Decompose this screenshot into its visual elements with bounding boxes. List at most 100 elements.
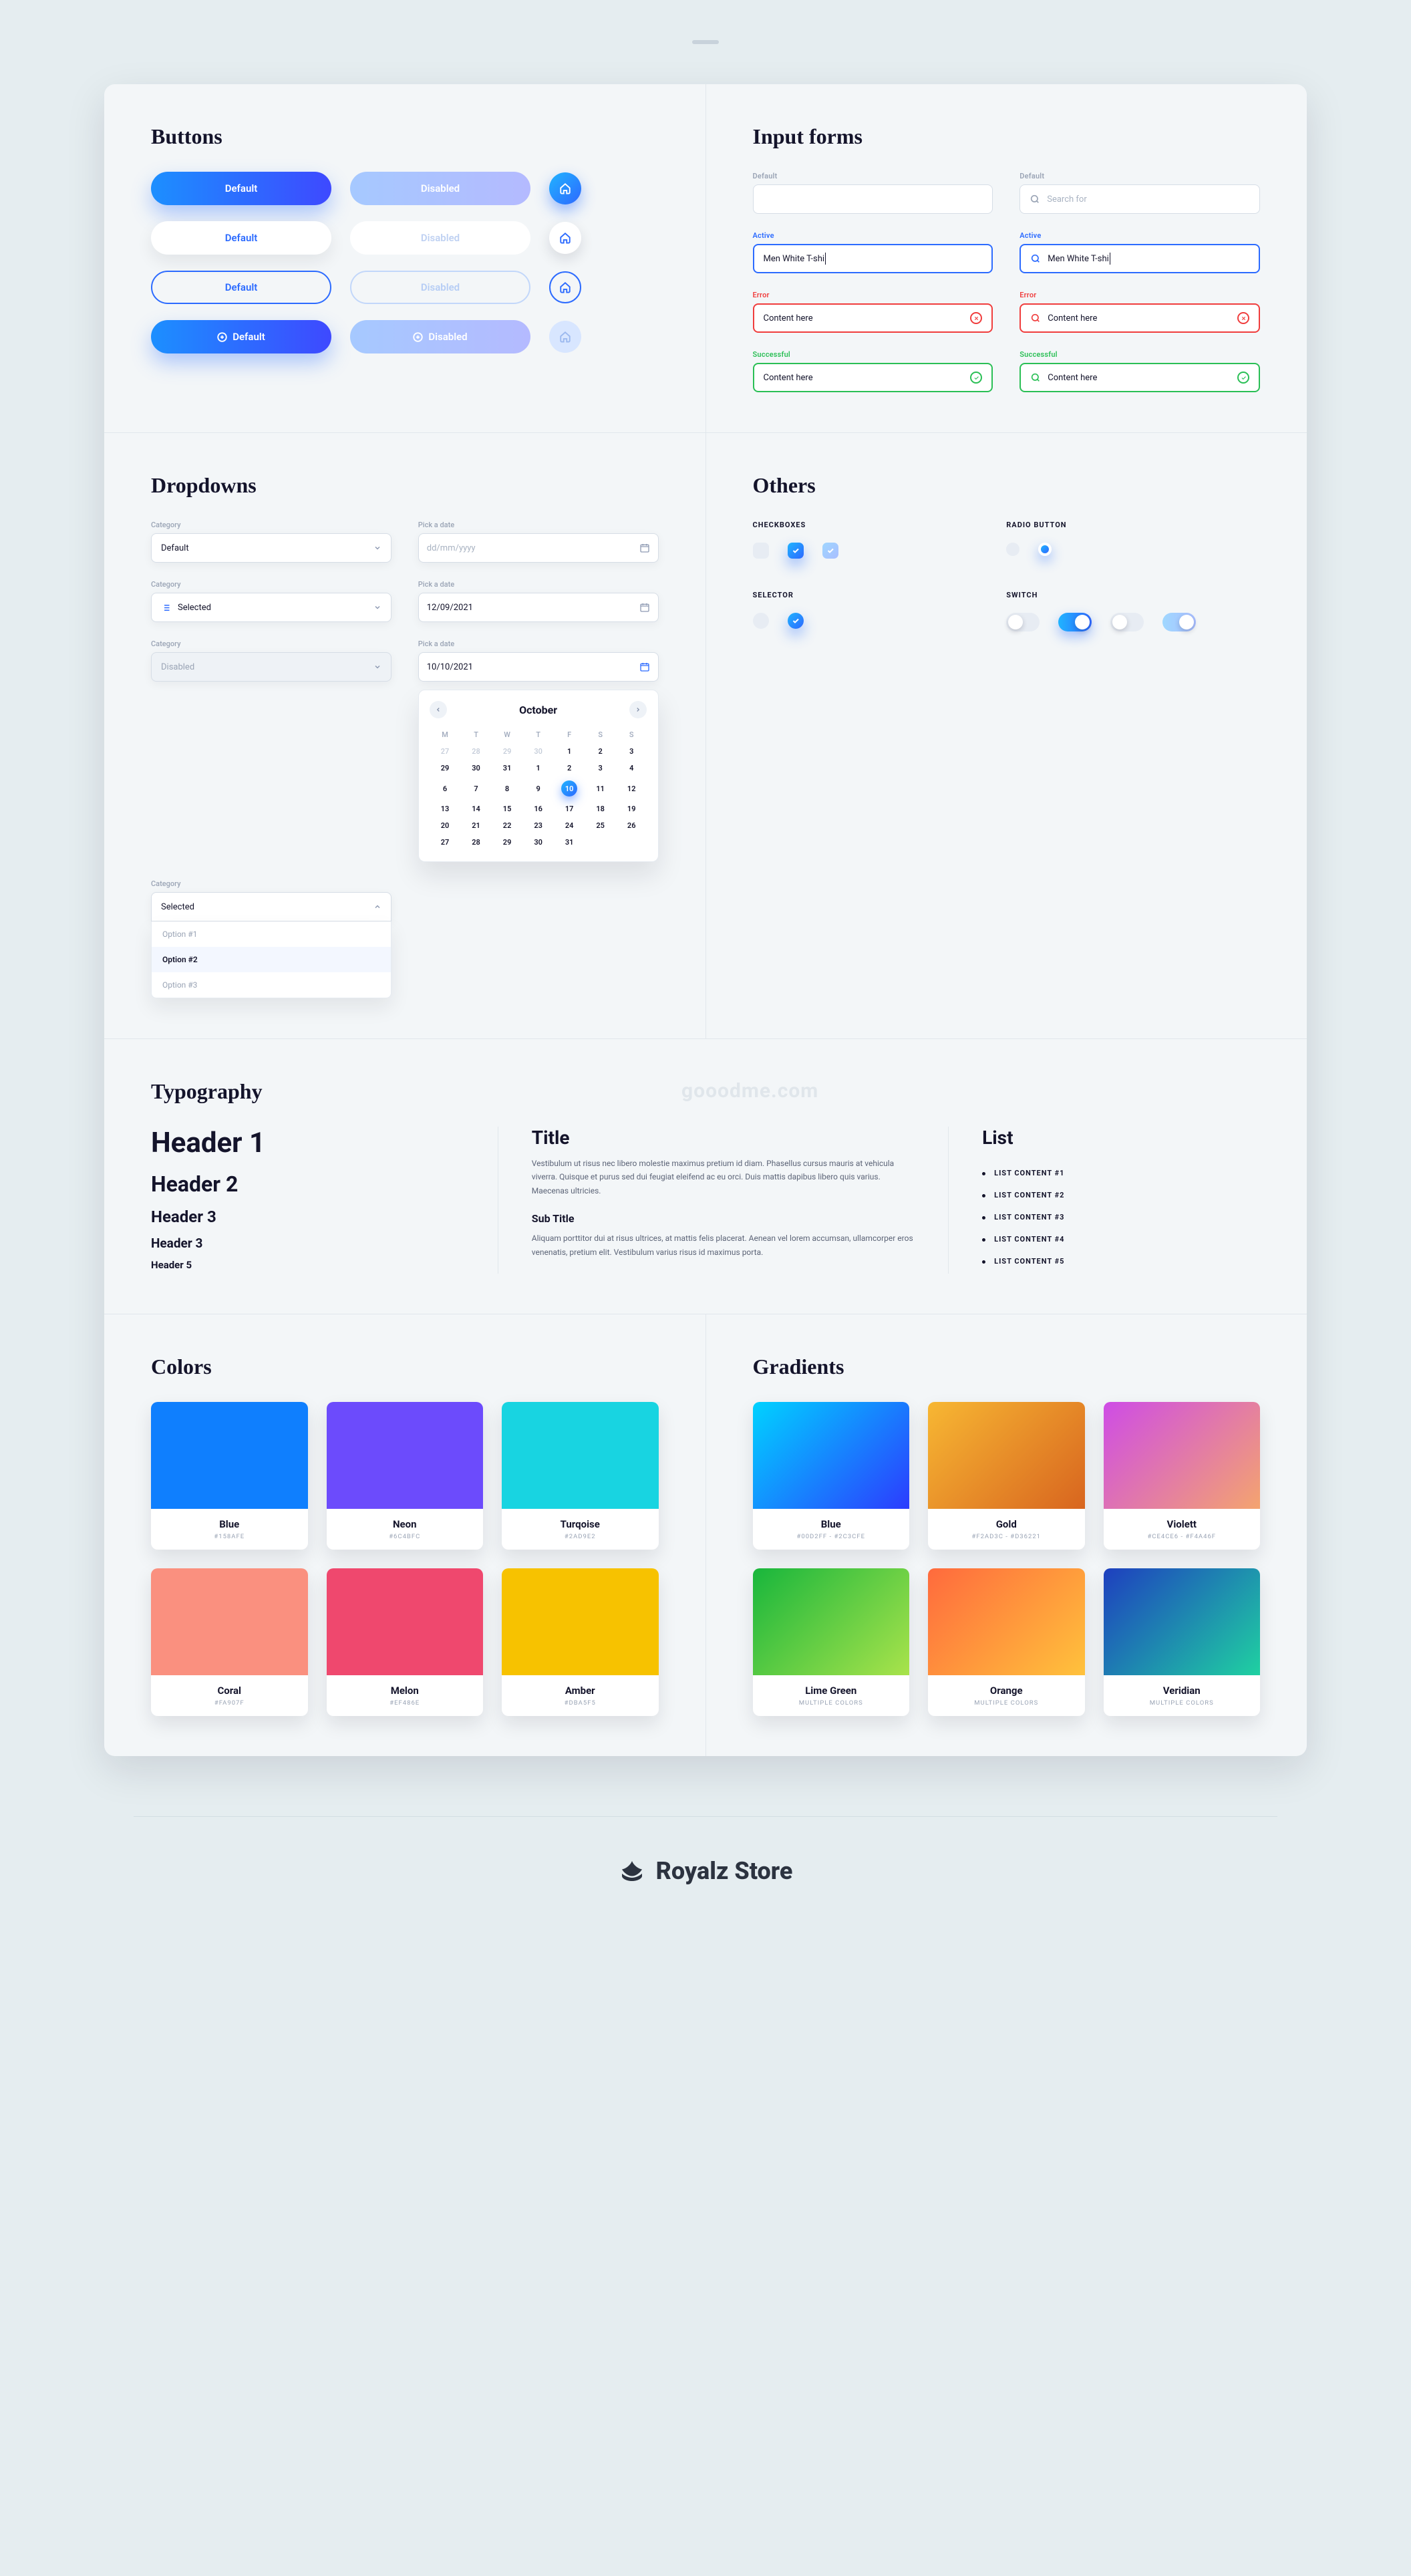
switch-off[interactable] — [1006, 613, 1040, 631]
input-active[interactable]: Men White T-shi — [753, 244, 993, 273]
calendar-day[interactable]: 31 — [492, 760, 523, 776]
calendar-day[interactable]: 29 — [492, 834, 523, 851]
text-cursor — [825, 253, 826, 265]
calendar-day[interactable]: 11 — [585, 776, 616, 801]
select-option-selected[interactable]: Option #2 — [152, 947, 391, 972]
calendar-day[interactable]: 20 — [430, 817, 461, 834]
calendar-day[interactable]: 28 — [460, 834, 492, 851]
calendar-day[interactable]: 18 — [585, 801, 616, 817]
input-success-search[interactable]: Content here — [1020, 363, 1260, 392]
input-error[interactable]: Content here — [753, 303, 993, 333]
switch-off-2[interactable] — [1110, 613, 1144, 631]
list-icon — [161, 603, 171, 613]
calendar-day[interactable]: 23 — [522, 817, 554, 834]
select-option[interactable]: Option #3 — [152, 972, 391, 998]
select-option[interactable]: Option #1 — [152, 921, 391, 947]
calendar-day[interactable]: 30 — [522, 743, 554, 760]
calendar-day[interactable]: 24 — [554, 817, 585, 834]
calendar-day[interactable]: 25 — [585, 817, 616, 834]
button-white[interactable]: Default — [151, 221, 331, 255]
calendar-day[interactable]: 2 — [585, 743, 616, 760]
select-selected[interactable]: Selected — [151, 593, 391, 622]
select-open[interactable]: Selected — [151, 892, 391, 921]
calendar-day[interactable]: 21 — [460, 817, 492, 834]
calendar-day[interactable]: 2 — [554, 760, 585, 776]
button-primary-icon[interactable]: Default — [151, 320, 331, 353]
date-placeholder: dd/mm/yyyy — [427, 543, 476, 553]
home-icon — [559, 331, 571, 343]
calendar-day[interactable]: 28 — [460, 743, 492, 760]
chevron-down-icon — [373, 663, 381, 671]
top-divider — [692, 40, 719, 44]
calendar-day[interactable]: 30 — [522, 834, 554, 851]
swatch-code: #F2AD3C - #D36221 — [935, 1533, 1078, 1540]
switch-heading: SWITCH — [1006, 591, 1260, 599]
select-default[interactable]: Default — [151, 533, 391, 563]
gradient-swatch: OrangeMULTIPLE COLORS — [928, 1568, 1085, 1716]
date-input-active[interactable]: 10/10/2021 — [418, 652, 659, 682]
radio-off[interactable] — [1006, 543, 1020, 556]
search-icon — [1030, 194, 1040, 204]
calendar-day[interactable]: 29 — [492, 743, 523, 760]
typography-headers: Header 1 Header 2 Header 3 Header 3 Head… — [151, 1127, 498, 1274]
checkbox-on[interactable] — [788, 543, 804, 559]
switch-on-light[interactable] — [1162, 613, 1196, 631]
switch-on[interactable] — [1058, 613, 1092, 631]
checkbox-indeterminate[interactable] — [822, 543, 838, 559]
calendar-day[interactable]: 6 — [430, 776, 461, 801]
calendar-dow: T — [522, 726, 554, 743]
plus-icon — [217, 332, 227, 342]
calendar-day[interactable]: 29 — [430, 760, 461, 776]
iconbutton-outline[interactable] — [549, 271, 581, 303]
calendar-day[interactable]: 17 — [554, 801, 585, 817]
input-active-search[interactable]: Men White T-shi — [1020, 244, 1260, 273]
watermark: gooodme.com — [681, 1079, 818, 1103]
calendar-day[interactable]: 13 — [430, 801, 461, 817]
dd-label-category-3: Category — [151, 639, 391, 648]
calendar-day[interactable]: 8 — [492, 776, 523, 801]
calendar-prev[interactable] — [430, 701, 447, 718]
input-success[interactable]: Content here — [753, 363, 993, 392]
dd-label-date-1: Pick a date — [418, 521, 659, 529]
calendar-day[interactable]: 27 — [430, 834, 461, 851]
selector-on[interactable] — [788, 613, 804, 629]
calendar-day[interactable]: 9 — [522, 776, 554, 801]
calendar-day[interactable]: 12 — [616, 776, 647, 801]
list-item: LIST CONTENT #5 — [982, 1250, 1227, 1272]
input-default[interactable] — [753, 184, 993, 214]
colors-heading: Colors — [151, 1354, 659, 1379]
color-swatch: Amber#DBA5F5 — [502, 1568, 659, 1716]
panel-colors: Colors Blue#158AFENeon#6C4BFCTurqoise#2A… — [104, 1314, 706, 1756]
calendar-day[interactable]: 31 — [554, 834, 585, 851]
iconbutton-white[interactable] — [549, 222, 581, 254]
date-input-filled[interactable]: 12/09/2021 — [418, 593, 659, 622]
calendar-day[interactable] — [585, 834, 616, 851]
checkbox-off[interactable] — [753, 543, 769, 559]
calendar-day[interactable]: 10 — [554, 776, 585, 801]
calendar-day[interactable] — [616, 834, 647, 851]
calendar-next[interactable] — [629, 701, 647, 718]
iconbutton-primary[interactable] — [549, 172, 581, 204]
radio-on[interactable] — [1038, 543, 1052, 556]
calendar-day[interactable]: 4 — [616, 760, 647, 776]
input-error-search[interactable]: Content here — [1020, 303, 1260, 333]
calendar-day[interactable]: 16 — [522, 801, 554, 817]
date-input-empty[interactable]: dd/mm/yyyy — [418, 533, 659, 563]
calendar-day[interactable]: 1 — [554, 743, 585, 760]
calendar-day[interactable]: 3 — [585, 760, 616, 776]
calendar-day[interactable]: 19 — [616, 801, 647, 817]
calendar-day[interactable]: 14 — [460, 801, 492, 817]
calendar-day[interactable]: 15 — [492, 801, 523, 817]
calendar-day[interactable]: 30 — [460, 760, 492, 776]
button-outline[interactable]: Default — [151, 271, 331, 304]
calendar-day[interactable]: 22 — [492, 817, 523, 834]
calendar-day[interactable]: 3 — [616, 743, 647, 760]
calendar-day[interactable]: 26 — [616, 817, 647, 834]
input-default-search[interactable]: Search for — [1020, 184, 1260, 214]
button-primary[interactable]: Default — [151, 172, 331, 205]
calendar-day[interactable]: 1 — [522, 760, 554, 776]
calendar-day[interactable]: 7 — [460, 776, 492, 801]
calendar-dow: W — [492, 726, 523, 743]
calendar-day[interactable]: 27 — [430, 743, 461, 760]
selector-off[interactable] — [753, 613, 769, 629]
